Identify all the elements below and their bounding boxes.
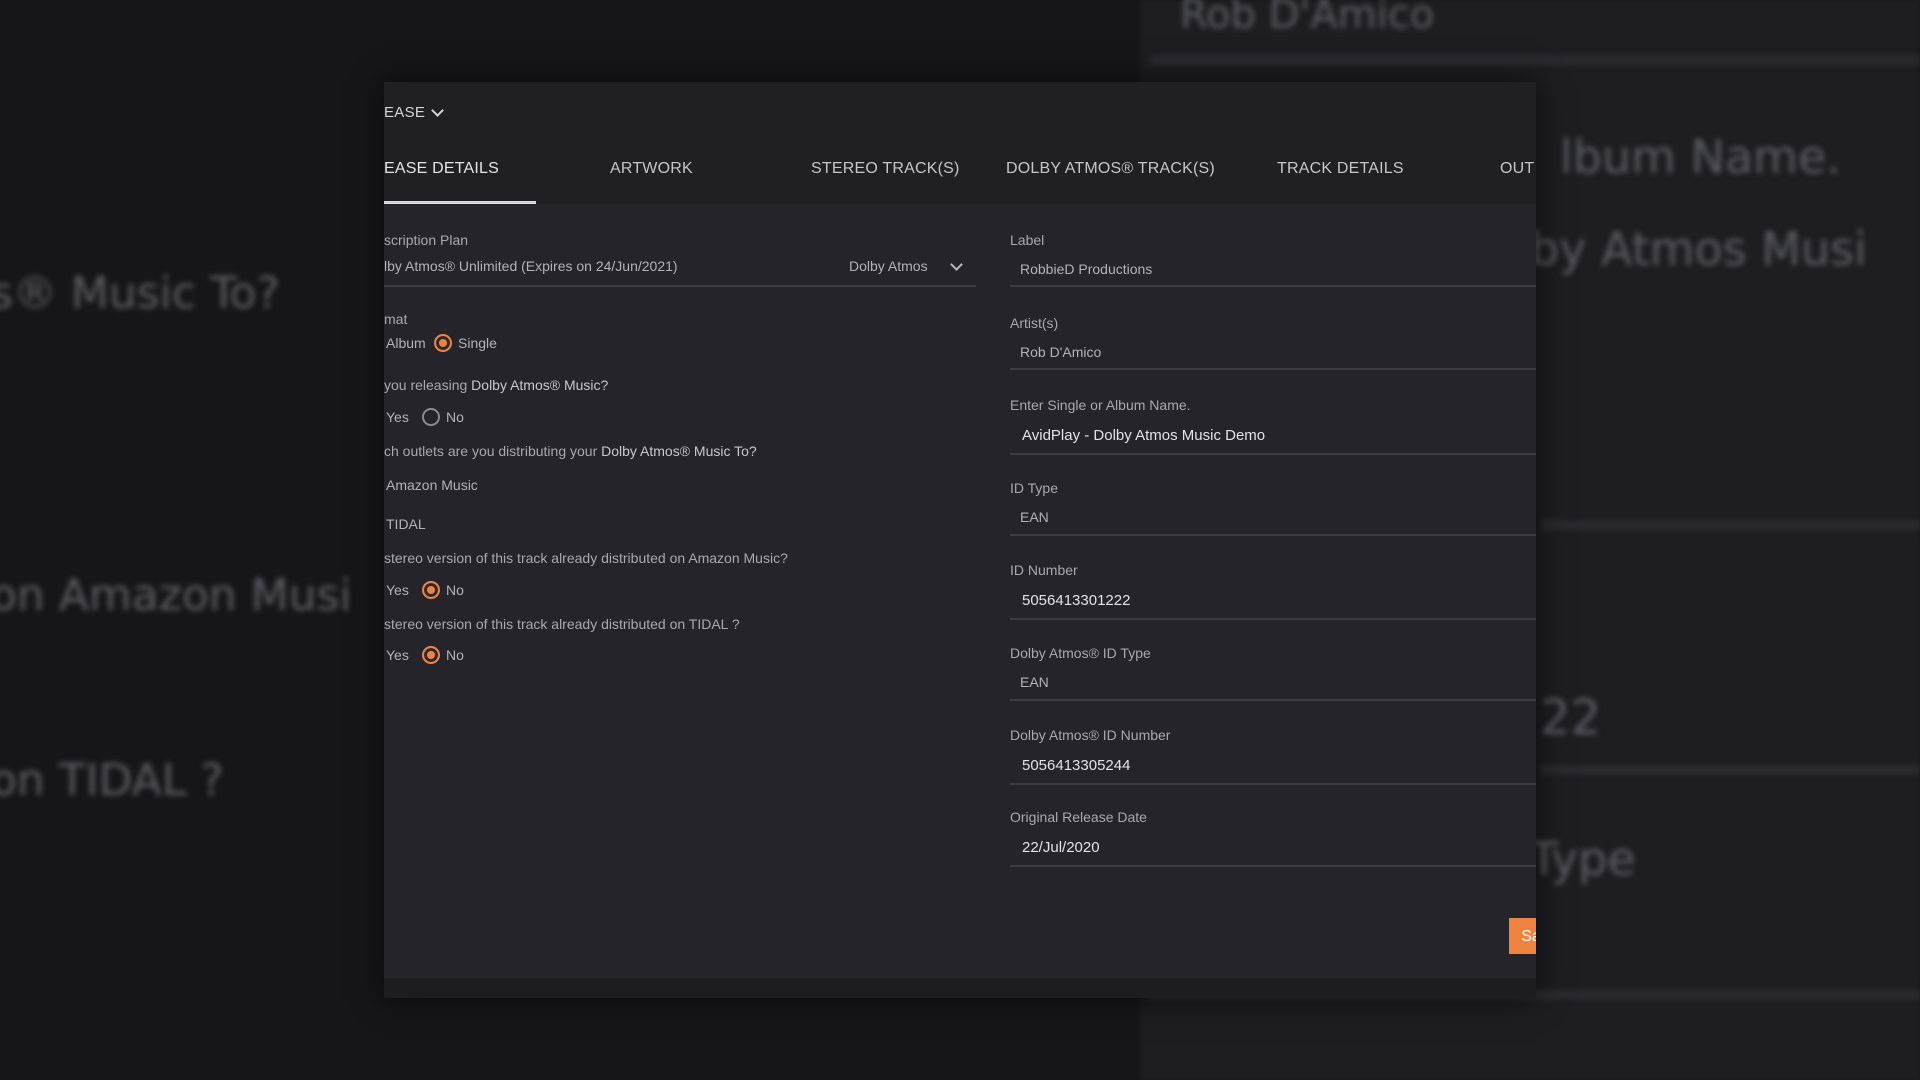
- amazon-no-label: No: [446, 582, 464, 598]
- release-date-label: Original Release Date: [1010, 809, 1147, 825]
- id-number-label: ID Number: [1010, 562, 1078, 578]
- tidal-yes-label: Yes: [386, 647, 409, 663]
- label-underline: [1010, 285, 1536, 287]
- tab-release-details[interactable]: EASE DETAILS: [384, 146, 536, 204]
- subscription-plan-label: scription Plan: [384, 232, 469, 248]
- label-field-label: Label: [1010, 232, 1045, 248]
- releasing-question-highlight: Dolby Atmos® Music?: [471, 377, 609, 393]
- releasing-no-option[interactable]: No: [422, 408, 482, 428]
- bg-artist-text: Rob D'Amico: [1180, 0, 1435, 38]
- id-type-underline: [1010, 534, 1536, 536]
- bg-music-to: s® Music To?: [0, 268, 280, 319]
- bg-bar: [1150, 55, 1920, 65]
- tidal-distributed-question: stereo version of this track already dis…: [384, 616, 740, 632]
- chevron-down-icon: [950, 258, 963, 271]
- bg-tidal: on TIDAL ?: [0, 755, 224, 806]
- atmos-id-type-select[interactable]: EAN: [1020, 674, 1049, 690]
- atmos-id-number-input[interactable]: 5056413305244: [1022, 757, 1130, 774]
- tab-dolby-atmos-tracks[interactable]: DOLBY ATMOS® TRACK(S): [1006, 146, 1215, 204]
- tab-bar: EASE DETAILS ARTWORK STEREO TRACK(S) DOL…: [384, 146, 1536, 204]
- releasing-question-text: you releasing: [384, 377, 472, 393]
- outlet-amazon-checkbox[interactable]: Amazon Music: [386, 477, 478, 493]
- tab-track-details[interactable]: TRACK DETAILS: [1277, 146, 1404, 204]
- bg-id-fragment: 22: [1540, 690, 1602, 746]
- album-name-label: Enter Single or Album Name.: [1010, 397, 1191, 413]
- album-name-input[interactable]: AvidPlay - Dolby Atmos Music Demo: [1022, 427, 1265, 444]
- outlets-question-text: ch outlets are you distributing your: [384, 443, 602, 459]
- bg-album-value: by Atmos Musi: [1530, 222, 1867, 276]
- atmos-id-type-underline: [1010, 699, 1536, 701]
- releasing-yes-label: Yes: [386, 409, 409, 425]
- subscription-underline: [384, 285, 976, 287]
- release-date-input[interactable]: 22/Jul/2020: [1022, 839, 1100, 856]
- releasing-no-radio[interactable]: [422, 408, 440, 426]
- outlets-question: ch outlets are you distributing your Dol…: [384, 443, 757, 459]
- tab-artwork[interactable]: ARTWORK: [610, 146, 693, 204]
- label-field[interactable]: RobbieD Productions: [1020, 261, 1152, 277]
- panel-footer: [384, 978, 1536, 998]
- bg-bar: [1540, 520, 1920, 530]
- atmos-id-number-underline: [1010, 783, 1536, 785]
- atmos-id-type-label: Dolby Atmos® ID Type: [1010, 645, 1151, 661]
- format-single-option[interactable]: Single: [434, 334, 514, 354]
- amazon-yes-option[interactable]: Yes: [384, 581, 424, 601]
- release-dropdown-label: EASE: [384, 103, 426, 121]
- artists-field[interactable]: Rob D'Amico: [1020, 344, 1101, 360]
- subscription-plan-value: lby Atmos® Unlimited (Expires on 24/Jun/…: [384, 258, 678, 274]
- tab-outlets[interactable]: OUT: [1500, 146, 1534, 204]
- bg-bar: [1540, 765, 1920, 775]
- tab-stereo-tracks[interactable]: STEREO TRACK(S): [811, 146, 960, 204]
- atmos-id-number-label: Dolby Atmos® ID Number: [1010, 727, 1171, 743]
- id-number-input[interactable]: 5056413301222: [1022, 592, 1130, 609]
- tidal-no-radio[interactable]: [422, 646, 440, 664]
- releasing-no-label: No: [446, 409, 464, 425]
- tidal-no-option[interactable]: No: [422, 646, 482, 666]
- format-single-label: Single: [458, 335, 497, 351]
- artists-underline: [1010, 368, 1536, 370]
- release-date-underline: [1010, 865, 1536, 867]
- amazon-distributed-question: stereo version of this track already dis…: [384, 550, 788, 566]
- amazon-yes-label: Yes: [386, 582, 409, 598]
- chevron-down-icon: [431, 103, 445, 117]
- outlets-question-highlight: Dolby Atmos® Music To?: [601, 443, 757, 459]
- bg-amazon: on Amazon Musi: [0, 570, 352, 621]
- id-number-underline: [1010, 618, 1536, 620]
- bg-type-fragment: Type: [1530, 832, 1636, 886]
- subscription-plan-select[interactable]: lby Atmos® Unlimited (Expires on 24/Jun/…: [384, 252, 976, 282]
- album-name-underline: [1010, 453, 1536, 455]
- id-type-label: ID Type: [1010, 480, 1058, 496]
- format-single-radio[interactable]: [434, 334, 452, 352]
- save-button[interactable]: Sa: [1509, 918, 1536, 954]
- release-panel: EASE EASE DETAILS ARTWORK STEREO TRACK(S…: [384, 82, 1536, 998]
- releasing-atmos-question: you releasing Dolby Atmos® Music?: [384, 377, 608, 393]
- tidal-yes-option[interactable]: Yes: [384, 646, 424, 666]
- id-type-select[interactable]: EAN: [1020, 509, 1049, 525]
- outlet-tidal-checkbox[interactable]: TIDAL: [386, 516, 426, 532]
- bg-album-label: lbum Name.: [1560, 130, 1841, 184]
- format-label: mat: [384, 311, 408, 327]
- tidal-no-label: No: [446, 647, 464, 663]
- amazon-no-option[interactable]: No: [422, 581, 482, 601]
- format-album-label: Album: [386, 335, 426, 351]
- release-dropdown[interactable]: EASE: [384, 100, 445, 124]
- releasing-yes-option[interactable]: Yes: [384, 408, 424, 428]
- artists-label: Artist(s): [1010, 315, 1059, 331]
- top-bar: EASE: [384, 82, 1536, 146]
- subscription-type-value: Dolby Atmos: [849, 258, 928, 274]
- amazon-no-radio[interactable]: [422, 581, 440, 599]
